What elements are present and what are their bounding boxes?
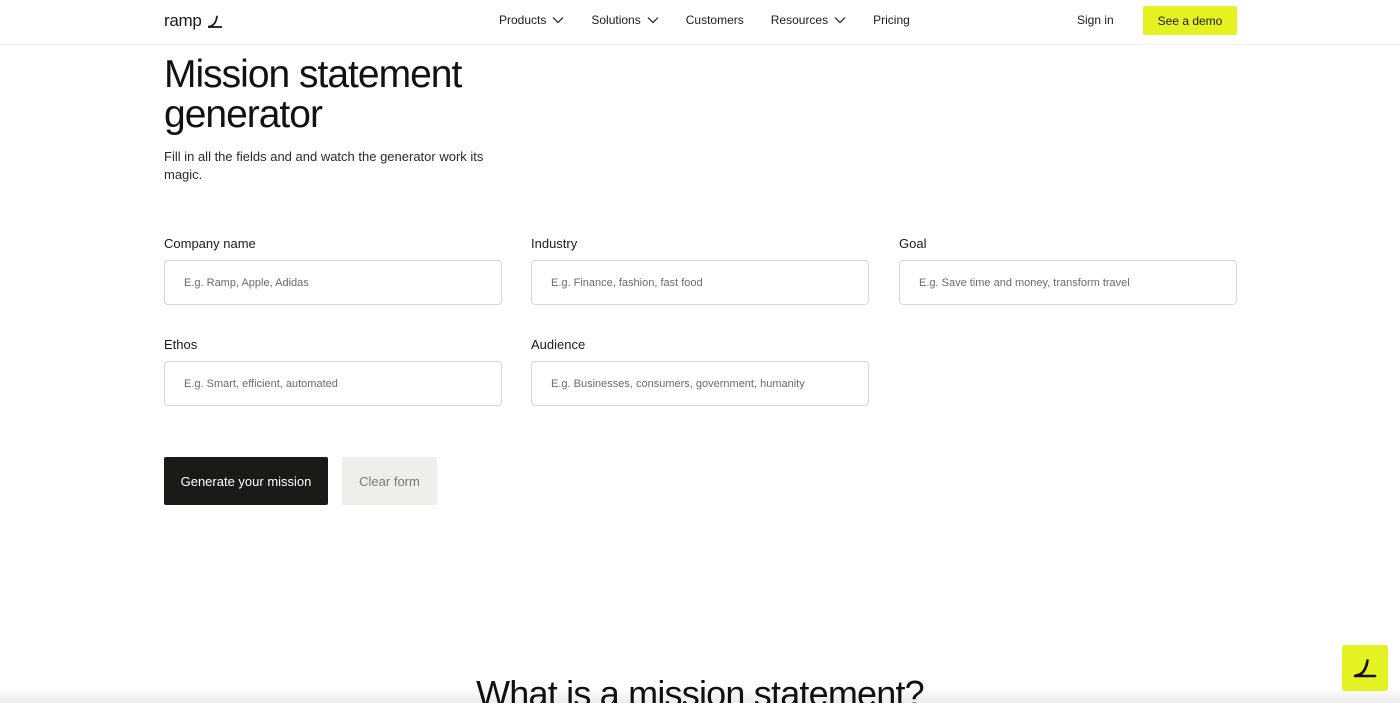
nav-solutions-label: Solutions	[591, 13, 641, 27]
clear-form-button[interactable]: Clear form	[342, 457, 437, 505]
industry-input[interactable]	[531, 260, 869, 305]
chevron-down-icon	[647, 17, 659, 24]
nav-pricing[interactable]: Pricing	[873, 13, 910, 27]
nav-resources[interactable]: Resources	[771, 13, 846, 27]
page-subtitle: Fill in all the fields and and watch the…	[164, 149, 484, 182]
audience-label: Audience	[531, 337, 586, 352]
top-navigation-bar: ramp Products Solutions Customers Resour…	[0, 0, 1400, 45]
chevron-down-icon	[552, 17, 564, 24]
ramp-logo-icon	[207, 15, 222, 28]
generate-mission-button[interactable]: Generate your mission	[164, 457, 328, 505]
industry-field-group: Industry	[531, 236, 869, 305]
nav-solutions[interactable]: Solutions	[591, 13, 659, 27]
logo-text: ramp	[164, 11, 202, 30]
ramp-chat-icon	[1353, 659, 1377, 678]
nav-pricing-label: Pricing	[873, 13, 910, 27]
audience-field-group: Audience	[531, 337, 869, 406]
page-title: Mission statement generator	[164, 53, 462, 136]
company-name-input[interactable]	[164, 260, 502, 305]
ethos-field-group: Ethos	[164, 337, 502, 406]
section-heading: What is a mission statement?	[476, 673, 925, 703]
ethos-label: Ethos	[164, 337, 198, 352]
nav-customers-label: Customers	[685, 13, 744, 27]
audience-input[interactable]	[531, 361, 869, 406]
nav-products[interactable]: Products	[499, 13, 564, 27]
industry-label: Industry	[531, 236, 578, 251]
ramp-logo[interactable]: ramp	[164, 11, 223, 31]
nav-resources-label: Resources	[770, 13, 829, 27]
sign-in-link[interactable]: Sign in	[1077, 13, 1114, 27]
company-name-field-group: Company name	[164, 236, 502, 305]
see-a-demo-button[interactable]: See a demo	[1143, 6, 1237, 35]
goal-field-group: Goal	[899, 236, 1237, 305]
goal-label: Goal	[899, 236, 927, 251]
chat-widget-button[interactable]	[1342, 645, 1388, 691]
goal-input[interactable]	[899, 260, 1237, 305]
company-name-label: Company name	[164, 236, 256, 251]
ethos-input[interactable]	[164, 361, 502, 406]
nav-products-label: Products	[499, 13, 547, 27]
nav-customers[interactable]: Customers	[686, 13, 744, 27]
chevron-down-icon	[834, 17, 846, 24]
main-nav: Products Solutions Customers Resources P…	[499, 13, 910, 27]
